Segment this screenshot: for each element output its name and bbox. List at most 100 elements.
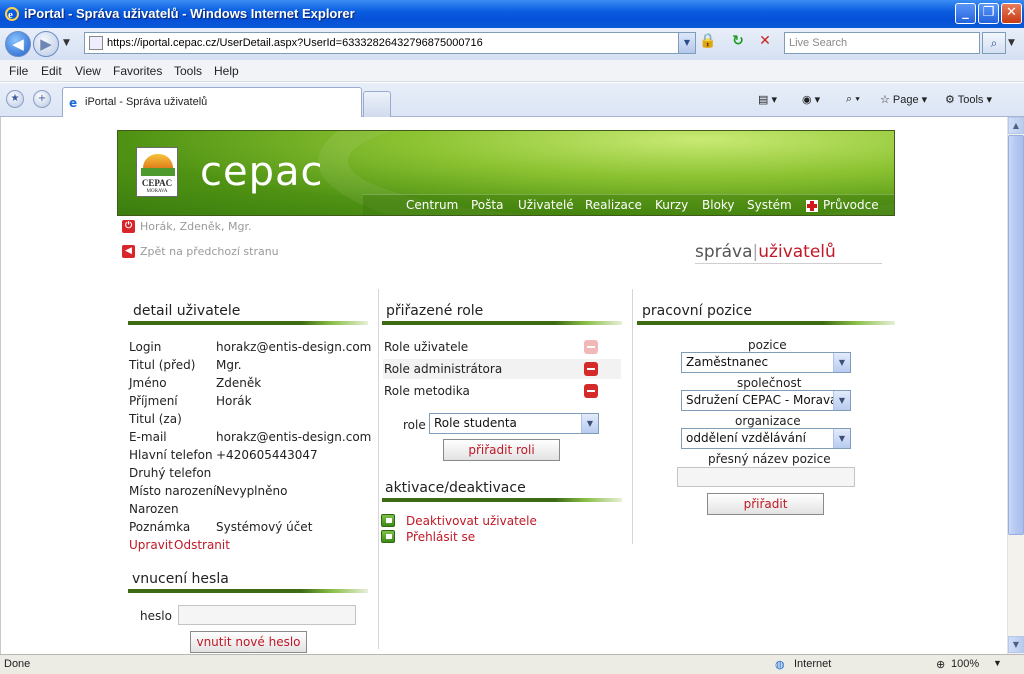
role-select-value: Role studenta — [434, 416, 517, 430]
scroll-thumb[interactable] — [1008, 135, 1024, 535]
deactivate-link[interactable]: Deaktivovat uživatele — [406, 514, 537, 528]
favorites-star-icon[interactable]: ★ — [6, 90, 24, 108]
address-dropdown-icon[interactable]: ▼ — [678, 33, 695, 53]
role-label: Role uživatele — [384, 340, 469, 354]
nav-uzivatele[interactable]: Uživatelé — [518, 198, 574, 212]
role-row: Role uživatele — [383, 337, 621, 357]
menu-help[interactable]: Help — [214, 64, 239, 78]
menu-view[interactable]: View — [75, 64, 101, 78]
pozice-label: pozice — [748, 338, 787, 352]
nav-posta[interactable]: Pošta — [471, 198, 503, 212]
back-link[interactable]: Zpět na předchozí stranu — [140, 245, 279, 258]
last-name-value: Horák — [216, 394, 252, 408]
menu-favorites[interactable]: Favorites — [113, 64, 162, 78]
roles-title: přiřazené role — [386, 303, 484, 319]
assign-position-button[interactable]: přiřadit — [707, 493, 824, 515]
pozice-select[interactable]: Zaměstnanec ▼ — [681, 352, 851, 373]
menu-tools[interactable]: Tools — [174, 64, 202, 78]
new-tab-button[interactable] — [363, 91, 391, 117]
remove-role-icon[interactable] — [584, 362, 598, 376]
tab-iportal[interactable]: e iPortal - Správa uživatelů — [62, 87, 362, 117]
nav-kurzy[interactable]: Kurzy — [655, 198, 688, 212]
search-icon[interactable]: ⌕ — [982, 32, 1006, 54]
organizace-select[interactable]: oddělení vzdělávání ▼ — [681, 428, 851, 449]
refresh-icon[interactable]: ↻ — [728, 33, 748, 53]
chevron-down-icon: ▼ — [833, 391, 850, 410]
menu-file[interactable]: File — [9, 64, 28, 78]
back-button[interactable]: ◀ — [5, 31, 31, 57]
cepac-logo[interactable]: CEPAC MORAVA — [136, 147, 178, 197]
delete-link[interactable]: Odstranit — [174, 538, 230, 552]
vertical-scrollbar[interactable]: ▲ ▼ — [1007, 117, 1024, 654]
research-icon[interactable]: ⌕ ▾ — [846, 93, 860, 106]
history-dropdown-icon[interactable]: ▼ — [63, 38, 70, 48]
position-title-rule — [637, 321, 895, 325]
nav-pruvodce[interactable]: Průvodce — [823, 198, 879, 212]
edit-link[interactable]: Upravit — [129, 538, 173, 552]
ie-page-icon: e — [69, 96, 78, 110]
maximize-button[interactable]: ❐ — [978, 3, 999, 24]
globe-icon: ◍ — [775, 659, 785, 671]
password-title: vnucení hesla — [132, 571, 229, 587]
security-zone: Internet — [794, 658, 832, 670]
password-input[interactable] — [178, 605, 356, 625]
zoom-icon[interactable]: ⊕ — [936, 658, 945, 671]
role-row: Role metodika — [383, 381, 621, 401]
tab-label: iPortal - Správa uživatelů — [85, 96, 208, 108]
position-name-input[interactable] — [677, 467, 855, 487]
zoom-level[interactable]: 100% — [951, 658, 979, 670]
main-navigation: Centrum Pošta Uživatelé Realizace Kurzy … — [363, 194, 894, 215]
scroll-up-icon[interactable]: ▲ — [1008, 117, 1024, 134]
close-button[interactable]: ✕ — [1001, 3, 1022, 24]
page-menu-label: Page — [892, 94, 919, 106]
menu-edit[interactable]: Edit — [41, 64, 62, 78]
detail-title: detail uživatele — [133, 303, 241, 319]
minimize-button[interactable]: _ — [955, 3, 976, 24]
pozice-select-value: Zaměstnanec — [686, 355, 769, 369]
lock-icon[interactable]: 🔒 — [698, 33, 718, 53]
logout-icon[interactable]: ⏻ — [122, 220, 135, 233]
page-title: správa|uživatelů — [695, 242, 836, 262]
role-label: Role metodika — [384, 384, 470, 398]
add-favorites-icon[interactable]: + — [33, 90, 51, 108]
spolecnost-select[interactable]: Sdružení CEPAC - Morava ▼ — [681, 390, 851, 411]
forward-button[interactable]: ▶ — [33, 31, 59, 57]
role-select[interactable]: Role studenta ▼ — [429, 413, 599, 434]
nav-realizace[interactable]: Realizace — [585, 198, 642, 212]
note-value: Systémový účet — [216, 520, 313, 534]
search-dropdown-icon[interactable]: ▼ — [1008, 38, 1015, 48]
address-input[interactable]: https://iportal.cepac.cz/UserDetail.aspx… — [84, 32, 696, 54]
page-menu[interactable]: ☆ Page ▾ — [880, 93, 927, 106]
print-icon[interactable]: ◉ ▾ — [802, 93, 820, 106]
login-value: horakz@entis-design.com — [216, 340, 372, 354]
force-password-button[interactable]: vnutit nové heslo — [190, 631, 307, 653]
position-title: pracovní pozice — [642, 303, 752, 319]
tools-menu[interactable]: ⚙ Tools ▾ — [945, 93, 992, 106]
note-label: Poznámka — [129, 520, 191, 534]
scroll-down-icon[interactable]: ▼ — [1008, 636, 1024, 653]
detail-title-rule — [128, 321, 368, 325]
search-input[interactable]: Live Search — [784, 32, 980, 54]
nav-system[interactable]: Systém — [747, 198, 792, 212]
ie-logo-icon: e — [5, 7, 19, 21]
remove-role-icon[interactable] — [584, 384, 598, 398]
svg-text:e: e — [8, 9, 13, 21]
stop-icon[interactable]: ✕ — [755, 33, 775, 53]
feeds-icon[interactable]: ▤ ▾ — [758, 93, 777, 106]
nav-bloky[interactable]: Bloky — [702, 198, 735, 212]
second-phone-label: Druhý telefon — [129, 466, 212, 480]
title-before-label: Titul (před) — [129, 358, 196, 372]
spolecnost-select-value: Sdružení CEPAC - Morava — [686, 393, 838, 407]
role-select-label: role — [403, 418, 426, 432]
position-name-label: přesný název pozice — [708, 452, 831, 466]
zoom-dropdown-icon[interactable]: ▼ — [993, 658, 1002, 668]
tools-menu-label: Tools — [957, 94, 984, 106]
password-title-rule — [128, 589, 368, 593]
login-as-link[interactable]: Přehlásit se — [406, 530, 475, 544]
first-name-value: Zdeněk — [216, 376, 262, 390]
assign-role-button[interactable]: přiřadit roli — [443, 439, 560, 461]
page-title-part2: uživatelů — [758, 242, 836, 262]
chevron-down-icon: ▼ — [833, 353, 850, 372]
nav-centrum[interactable]: Centrum — [406, 198, 458, 212]
back-arrow-icon[interactable]: ◀ — [122, 245, 135, 258]
